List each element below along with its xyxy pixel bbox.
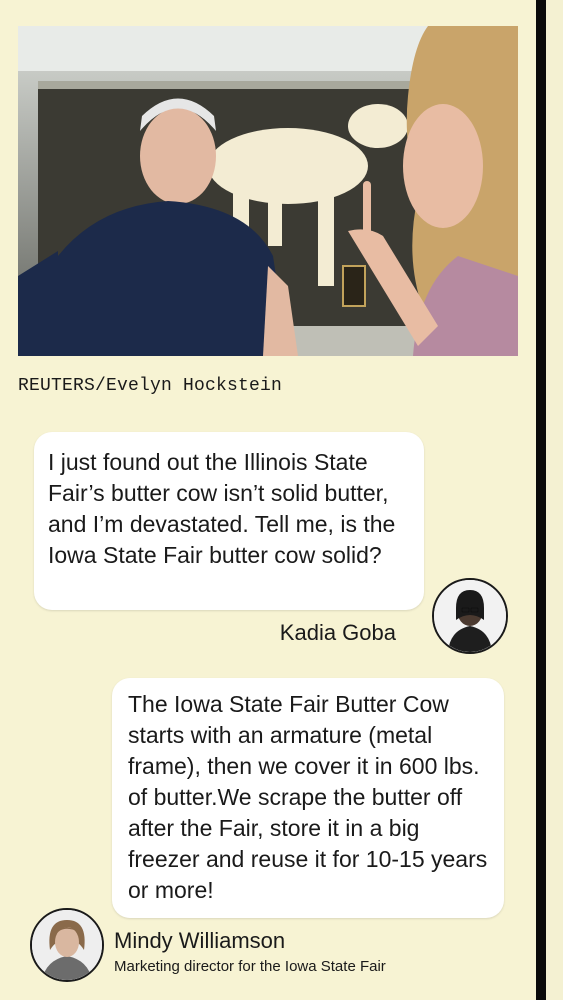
question-bubble: I just found out the Illinois State Fair… <box>34 432 424 610</box>
news-photo-illustration <box>18 26 518 356</box>
photo-credit: REUTERS/Evelyn Hockstein <box>18 376 283 396</box>
answer-author-avatar <box>30 908 104 982</box>
right-edge-strip <box>546 0 563 1000</box>
answer-bubble: The Iowa State Fair Butter Cow starts wi… <box>112 678 504 918</box>
answer-author-name: Mindy Williamson <box>114 928 286 953</box>
avatar-portrait-icon <box>32 910 102 980</box>
question-author-avatar <box>432 578 508 654</box>
question-author-name: Kadia Goba <box>279 620 396 645</box>
news-photo <box>18 26 518 356</box>
answer-author-title: Marketing director for the Iowa State Fa… <box>114 958 386 975</box>
avatar-portrait-icon <box>434 580 506 652</box>
article-page: REUTERS/Evelyn Hockstein I just found ou… <box>0 0 536 1000</box>
answer-text: The Iowa State Fair Butter Cow starts wi… <box>128 691 488 903</box>
question-text: I just found out the Illinois State Fair… <box>48 449 396 568</box>
